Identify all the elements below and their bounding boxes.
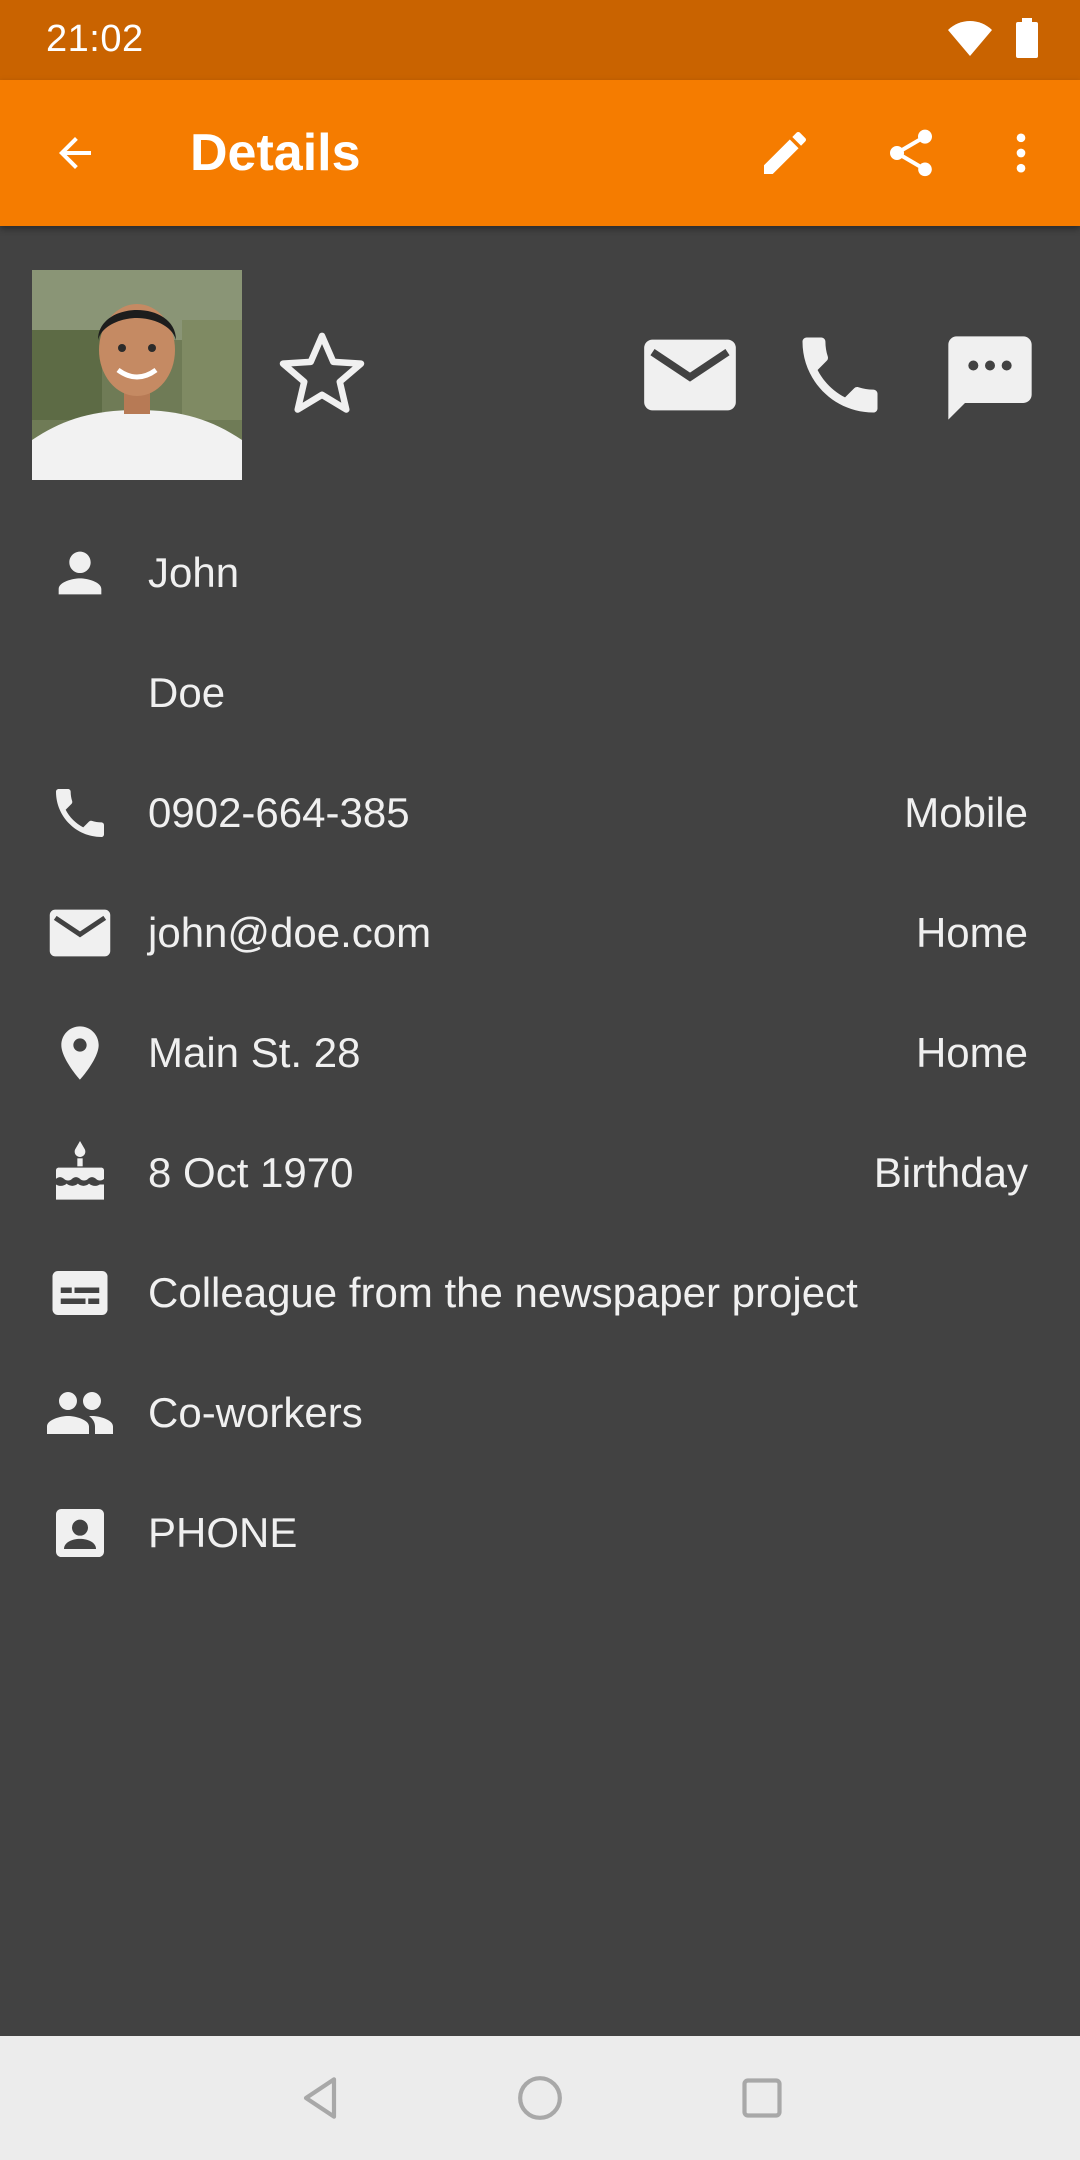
phone-icon bbox=[802, 337, 878, 413]
sms-icon bbox=[948, 336, 1032, 420]
star-outline-icon bbox=[279, 332, 365, 413]
note-value: Colleague from the newspaper project bbox=[148, 1269, 858, 1316]
location-pin-icon bbox=[40, 993, 120, 1113]
email-value: john@doe.com bbox=[148, 909, 432, 956]
email-type-label: Home bbox=[915, 909, 1028, 956]
phone-type-label: Mobile bbox=[904, 789, 1028, 836]
first-name-value: John bbox=[148, 549, 240, 596]
surname-row[interactable]: Doe bbox=[0, 633, 1080, 753]
favorite-button[interactable] bbox=[270, 322, 374, 426]
surname-value: Doe bbox=[148, 669, 226, 716]
person-icon bbox=[40, 513, 120, 633]
phone-row[interactable]: 0902-664-385 Mobile bbox=[0, 753, 1080, 873]
back-arrow-icon bbox=[59, 137, 91, 169]
address-type-label: Home bbox=[915, 1029, 1028, 1076]
battery-icon bbox=[1016, 18, 1038, 58]
send-email-button[interactable] bbox=[640, 330, 740, 420]
event-date-value: 8 Oct 1970 bbox=[148, 1149, 354, 1196]
notes-icon bbox=[40, 1233, 120, 1353]
nav-home-icon bbox=[518, 2076, 562, 2120]
nav-back-icon bbox=[303, 2077, 337, 2119]
event-type-label: Birthday bbox=[873, 1149, 1028, 1196]
source-value: PHONE bbox=[148, 1509, 298, 1556]
contact-card-icon bbox=[40, 1473, 120, 1593]
status-icons bbox=[946, 18, 1040, 58]
more-options-button[interactable] bbox=[976, 80, 1066, 226]
address-row[interactable]: Main St. 28 Home bbox=[0, 993, 1080, 1113]
source-row[interactable]: PHONE bbox=[0, 1473, 1080, 1593]
address-value: Main St. 28 bbox=[148, 1029, 361, 1076]
nav-recents-button[interactable] bbox=[722, 2058, 802, 2138]
status-time: 21:02 bbox=[46, 18, 144, 60]
share-button[interactable] bbox=[866, 80, 956, 226]
cake-icon bbox=[40, 1113, 120, 1233]
app-bar: Details bbox=[0, 80, 1080, 226]
contact-details-screen: 21:02 Details John Doe 0902-664-385 Mobi… bbox=[0, 0, 1080, 2160]
email-icon bbox=[644, 339, 736, 411]
email-icon bbox=[40, 873, 120, 993]
phone-number-value: 0902-664-385 bbox=[148, 789, 410, 836]
share-icon bbox=[890, 129, 932, 177]
first-name-row[interactable]: John bbox=[0, 513, 1080, 633]
nav-home-button[interactable] bbox=[500, 2058, 580, 2138]
status-bar: 21:02 bbox=[0, 0, 1080, 80]
navigation-bar bbox=[0, 2036, 1080, 2160]
edit-icon bbox=[764, 131, 807, 174]
group-row[interactable]: Co-workers bbox=[0, 1353, 1080, 1473]
phone-icon bbox=[40, 753, 120, 873]
more-vert-icon bbox=[1016, 133, 1026, 173]
group-value: Co-workers bbox=[148, 1389, 363, 1436]
back-button[interactable] bbox=[30, 80, 120, 226]
contact-photo[interactable] bbox=[32, 270, 242, 480]
email-row[interactable]: john@doe.com Home bbox=[0, 873, 1080, 993]
note-row[interactable]: Colleague from the newspaper project bbox=[0, 1233, 1080, 1353]
group-icon bbox=[40, 1353, 120, 1473]
event-row[interactable]: 8 Oct 1970 Birthday bbox=[0, 1113, 1080, 1233]
call-button[interactable] bbox=[790, 325, 890, 425]
edit-button[interactable] bbox=[740, 80, 830, 226]
nav-recents-icon bbox=[742, 2078, 782, 2118]
page-title: Details bbox=[190, 124, 361, 182]
nav-back-button[interactable] bbox=[280, 2058, 360, 2138]
send-sms-button[interactable] bbox=[940, 328, 1040, 428]
wifi-icon bbox=[948, 21, 992, 56]
